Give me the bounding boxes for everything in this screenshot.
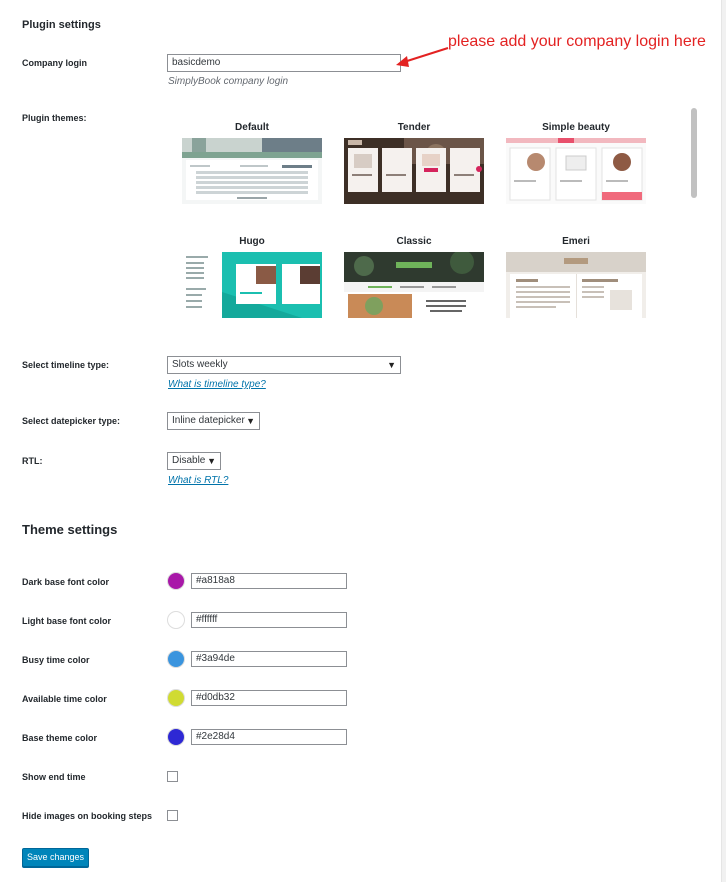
rtl-select[interactable]: Disable ▼ [167, 452, 221, 470]
color-label: Light base font color [22, 616, 111, 626]
theme-name: Default [235, 122, 269, 133]
theme-default[interactable]: Default [182, 121, 322, 204]
rtl-help-link[interactable]: What is RTL? [168, 475, 228, 486]
theme-simple-beauty[interactable]: Simple beauty [506, 121, 646, 204]
triangle-down-icon: ▼ [246, 416, 255, 426]
theme-simple-beauty-thumbnail [506, 138, 646, 204]
color-label: Base theme color [22, 733, 98, 743]
hide-images-label: Hide images on booking steps [22, 811, 153, 821]
hex-input-base-theme[interactable]: #2e28d4 [191, 729, 347, 745]
datepicker-type-value: Inline datepicker [172, 415, 245, 426]
timeline-type-label: Select timeline type: [22, 360, 110, 370]
theme-classic[interactable]: Classic [344, 235, 484, 318]
show-end-time-checkbox[interactable] [167, 771, 178, 782]
theme-settings-heading: Theme settings [22, 522, 118, 537]
theme-tender-thumbnail [344, 138, 484, 204]
theme-hugo[interactable]: Hugo [182, 235, 322, 318]
theme-name: Hugo [239, 236, 265, 247]
show-end-time-label: Show end time [22, 772, 86, 782]
rtl-label: RTL: [22, 456, 43, 466]
triangle-down-icon: ▼ [387, 360, 396, 370]
timeline-type-select[interactable]: Slots weekly ▼ [167, 356, 401, 374]
theme-name: Classic [396, 236, 432, 247]
theme-classic-thumbnail [344, 252, 484, 318]
color-swatch-base-theme[interactable] [167, 728, 185, 746]
color-swatch-available-time[interactable] [167, 689, 185, 707]
color-swatch-light-font[interactable] [167, 611, 185, 629]
company-login-label: Company login [22, 58, 87, 68]
hex-input-available-time[interactable]: #d0db32 [191, 690, 347, 706]
plugin-themes-label: Plugin themes: [22, 113, 87, 123]
rtl-value: Disable [172, 455, 206, 466]
company-login-description: SimplyBook company login [168, 76, 289, 87]
theme-default-thumbnail [182, 138, 322, 204]
hex-input-busy-time[interactable]: #3a94de [191, 651, 347, 667]
color-label: Busy time color [22, 655, 90, 665]
theme-name: Tender [397, 122, 431, 133]
hide-images-checkbox[interactable] [167, 810, 178, 821]
theme-tender[interactable]: Tender [344, 121, 484, 204]
hex-input-light-font[interactable]: #ffffff [191, 612, 347, 628]
hex-input-dark-font[interactable]: #a818a8 [191, 573, 347, 589]
theme-name: Simple beauty [542, 122, 610, 133]
red-arrow-icon [396, 47, 449, 67]
datepicker-type-select[interactable]: Inline datepicker ▼ [167, 412, 260, 430]
timeline-type-value: Slots weekly [172, 359, 228, 370]
theme-name: Emeri [562, 236, 590, 247]
company-login-annotation: please add your company login here [448, 33, 706, 50]
color-label: Available time color [22, 694, 107, 704]
theme-emeri-thumbnail [506, 252, 646, 318]
plugin-settings-heading: Plugin settings [22, 19, 101, 31]
color-label: Dark base font color [22, 577, 110, 587]
themes-gallery: Default Tender Simple beauty Hugo Classi… [170, 108, 698, 336]
company-login-input[interactable]: basicdemo [167, 54, 401, 72]
theme-hugo-thumbnail [182, 252, 322, 318]
themes-scrollbar-thumb[interactable] [691, 108, 697, 198]
timeline-type-help-link[interactable]: What is timeline type? [168, 379, 266, 390]
triangle-down-icon: ▼ [207, 456, 216, 466]
color-swatch-busy-time[interactable] [167, 650, 185, 668]
theme-emeri[interactable]: Emeri [506, 235, 646, 318]
datepicker-type-label: Select datepicker type: [22, 416, 121, 426]
settings-panel: Plugin settings Company login basicdemo … [0, 0, 722, 882]
save-changes-button[interactable]: Save changes [22, 848, 89, 867]
color-swatch-dark-font[interactable] [167, 572, 185, 590]
